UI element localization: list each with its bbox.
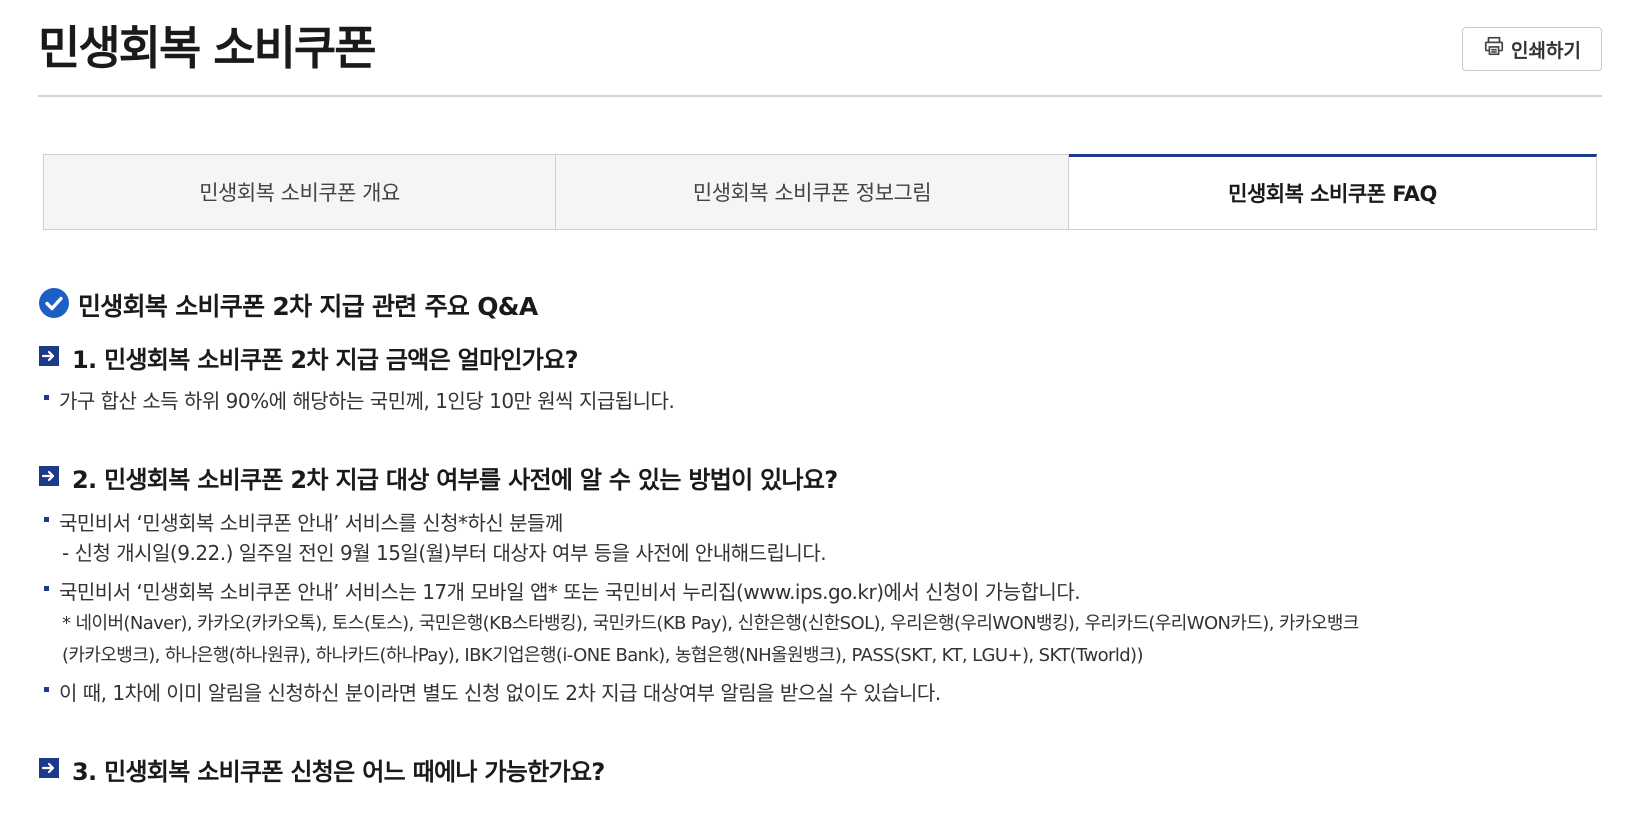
faq-question-text: 1. 민생회복 소비쿠폰 2차 지급 금액은 얼마인가요? xyxy=(72,346,578,374)
faq-answer-text: 국민비서 ‘민생회복 소비쿠폰 안내’ 서비스를 신청*하신 분들께 xyxy=(59,511,563,535)
print-button-label: 인쇄하기 xyxy=(1511,40,1581,62)
faq-answer-item: 국민비서 ‘민생회복 소비쿠폰 안내’ 서비스를 신청*하신 분들께 xyxy=(44,508,563,538)
faq-answer-subtext: - 신청 개시일(9.22.) 일주일 전인 9월 15일(월)부터 대상자 여… xyxy=(62,541,827,565)
print-button[interactable]: 인쇄하기 xyxy=(1462,27,1602,71)
faq-answer-text: 이 때, 1차에 이미 알림을 신청하신 분이라면 별도 신청 없이도 2차 지… xyxy=(59,681,941,705)
faq-answer-text: 가구 합산 소득 하위 90%에 해당하는 국민께, 1인당 10만 원씩 지급… xyxy=(59,389,675,413)
faq-question-text: 2. 민생회복 소비쿠폰 2차 지급 대상 여부를 사전에 알 수 있는 방법이… xyxy=(72,466,838,494)
bullet xyxy=(44,586,49,591)
faq-answer-note: (카카오뱅크), 하나은행(하나원큐), 하나카드(하나Pay), IBK기업은… xyxy=(62,645,1144,666)
bullet xyxy=(44,687,49,692)
tab-overview[interactable]: 민생회복 소비쿠폰 개요 xyxy=(43,154,556,230)
faq-answer-item: 가구 합산 소득 하위 90%에 해당하는 국민께, 1인당 10만 원씩 지급… xyxy=(44,386,675,416)
faq-question: 3. 민생회복 소비쿠폰 신청은 어느 때에나 가능한가요? xyxy=(38,752,605,787)
bullet xyxy=(44,395,49,400)
tab-bar: 민생회복 소비쿠폰 개요 민생회복 소비쿠폰 정보그림 민생회복 소비쿠폰 FA… xyxy=(43,154,1597,230)
tab-faq[interactable]: 민생회복 소비쿠폰 FAQ xyxy=(1069,154,1597,230)
arrow-right-square-icon xyxy=(38,465,60,491)
faq-answer-item: 이 때, 1차에 이미 알림을 신청하신 분이라면 별도 신청 없이도 2차 지… xyxy=(44,678,941,708)
check-circle-icon xyxy=(38,287,70,323)
arrow-right-square-icon xyxy=(38,345,60,371)
faq-question: 1. 민생회복 소비쿠폰 2차 지급 금액은 얼마인가요? xyxy=(38,340,578,375)
arrow-right-square-icon xyxy=(38,757,60,783)
title-divider xyxy=(38,95,1602,97)
section-title: 민생회복 소비쿠폰 2차 지급 관련 주요 Q&A xyxy=(78,292,538,321)
bullet xyxy=(44,517,49,522)
page-title: 민생회복 소비쿠폰 xyxy=(38,21,377,75)
faq-question-text: 3. 민생회복 소비쿠폰 신청은 어느 때에나 가능한가요? xyxy=(72,758,605,786)
section-heading: 민생회복 소비쿠폰 2차 지급 관련 주요 Q&A xyxy=(38,287,538,323)
printer-icon xyxy=(1483,35,1505,63)
faq-answer-note: * 네이버(Naver), 카카오(카카오톡), 토스(토스), 국민은행(KB… xyxy=(62,613,1359,634)
faq-answer-item: 국민비서 ‘민생회복 소비쿠폰 안내’ 서비스는 17개 모바일 앱* 또는 국… xyxy=(44,577,1081,607)
tab-infographic[interactable]: 민생회복 소비쿠폰 정보그림 xyxy=(556,154,1069,230)
faq-question: 2. 민생회복 소비쿠폰 2차 지급 대상 여부를 사전에 알 수 있는 방법이… xyxy=(38,460,838,495)
faq-answer-text: 국민비서 ‘민생회복 소비쿠폰 안내’ 서비스는 17개 모바일 앱* 또는 국… xyxy=(59,580,1081,604)
